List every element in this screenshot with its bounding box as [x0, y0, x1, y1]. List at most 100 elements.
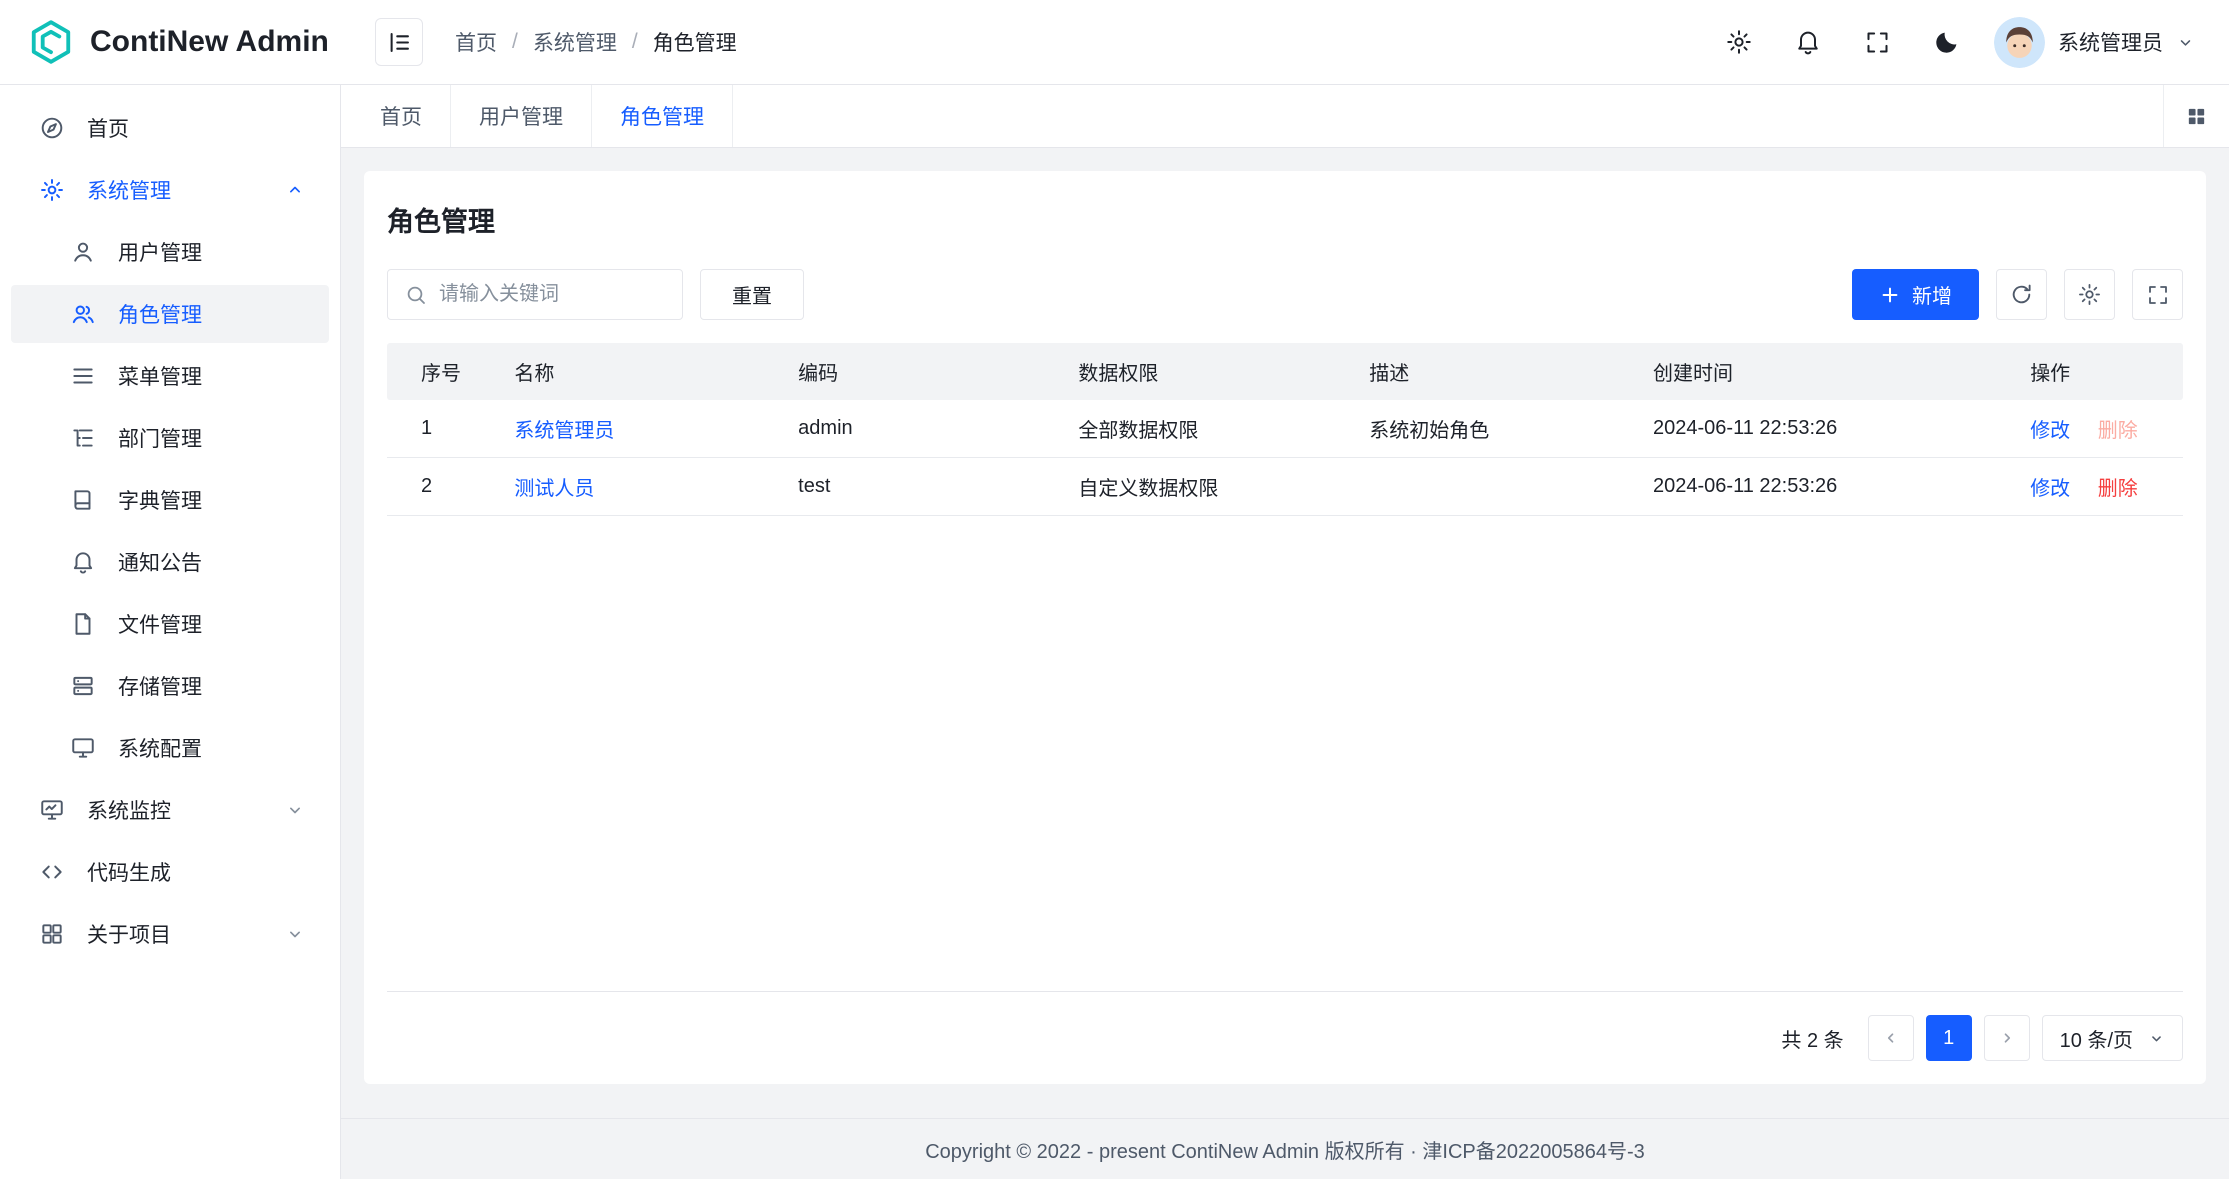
chevron-down-icon [2176, 33, 2195, 52]
table-empty-area [387, 516, 2183, 992]
bell-icon [1794, 28, 1822, 56]
bell-icon [70, 549, 96, 575]
breadcrumb-item-system[interactable]: 系统管理 [533, 27, 617, 57]
logo-area[interactable]: ContiNew Admin [0, 0, 341, 84]
users-icon [70, 301, 96, 327]
settings-icon [1725, 28, 1753, 56]
sidebar-item-label: 用户管理 [118, 237, 202, 267]
tab-role-management[interactable]: 角色管理 [592, 85, 733, 147]
sidebar-item-system-management[interactable]: 系统管理 [11, 161, 329, 219]
pagination: 共 2 条 1 10 条/页 [387, 1015, 2183, 1061]
table-fullscreen-button[interactable] [2132, 269, 2183, 320]
breadcrumb-item-home[interactable]: 首页 [455, 27, 497, 57]
sidebar-item-label: 系统监控 [87, 795, 171, 825]
tab-actions-button[interactable] [2163, 85, 2229, 147]
reset-button[interactable]: 重置 [700, 269, 804, 320]
next-page-button[interactable] [1984, 1015, 2030, 1061]
sidebar-item-system-monitor[interactable]: 系统监控 [11, 781, 329, 839]
sidebar-item-file-management[interactable]: 文件管理 [11, 595, 329, 653]
delete-link[interactable]: 删除 [2098, 478, 2138, 500]
sidebar-item-department-management[interactable]: 部门管理 [11, 409, 329, 467]
tab-home[interactable]: 首页 [352, 85, 451, 147]
role-management-card: 角色管理 重置 [364, 171, 2206, 1084]
role-name-link[interactable]: 系统管理员 [514, 420, 614, 442]
sidebar-item-menu-management[interactable]: 菜单管理 [11, 347, 329, 405]
cell-description: 系统初始角色 [1335, 414, 1619, 443]
sidebar-item-user-management[interactable]: 用户管理 [11, 223, 329, 281]
fullscreen-button[interactable] [1856, 21, 1898, 63]
notifications-button[interactable] [1787, 21, 1829, 63]
sidebar-item-label: 存储管理 [118, 671, 202, 701]
refresh-button[interactable] [1996, 269, 2047, 320]
table-header-row: 序号 名称 编码 数据权限 描述 创建时间 操作 [387, 343, 2183, 400]
table-row: 1 系统管理员 admin 全部数据权限 系统初始角色 2024-06-11 2… [387, 400, 2183, 458]
file-icon [70, 611, 96, 637]
sidebar-item-notice-management[interactable]: 通知公告 [11, 533, 329, 591]
dark-mode-button[interactable] [1925, 21, 1967, 63]
cell-actions: 修改 删除 [1996, 414, 2183, 443]
column-settings-button[interactable] [2064, 269, 2115, 320]
add-button-label: 新增 [1912, 280, 1952, 309]
column-header: 操作 [1996, 357, 2183, 386]
sidebar-item-home[interactable]: 首页 [11, 99, 329, 157]
sidebar-item-label: 角色管理 [118, 299, 202, 329]
grid-icon [2185, 105, 2208, 128]
column-header: 编码 [764, 357, 1044, 386]
chevron-down-icon [2148, 1030, 2165, 1047]
chevron-down-icon [285, 800, 305, 820]
chevron-up-icon [285, 180, 305, 200]
app-title: ContiNew Admin [90, 25, 329, 59]
sidebar-item-label: 首页 [87, 113, 129, 143]
search-icon [404, 283, 428, 307]
dashboard-icon [39, 115, 65, 141]
table-row: 2 测试人员 test 自定义数据权限 2024-06-11 22:53:26 … [387, 458, 2183, 516]
user-name: 系统管理员 [2058, 27, 2163, 57]
user-icon [70, 239, 96, 265]
total-count: 共 2 条 [1781, 1024, 1843, 1053]
chevron-down-icon [285, 924, 305, 944]
sidebar-collapse-button[interactable] [375, 18, 423, 66]
cell-code: test [764, 475, 1044, 498]
top-bar: ContiNew Admin 首页 / 系统管理 / 角色管理 [0, 0, 2229, 85]
sidebar-item-label: 通知公告 [118, 547, 202, 577]
sidebar-item-label: 系统配置 [118, 733, 202, 763]
page-size-value: 10 条/页 [2060, 1024, 2133, 1053]
refresh-icon [2009, 282, 2034, 307]
edit-link[interactable]: 修改 [2030, 420, 2070, 442]
cell-data-scope: 全部数据权限 [1044, 414, 1335, 443]
sidebar-item-label: 字典管理 [118, 485, 202, 515]
sidebar-item-dictionary-management[interactable]: 字典管理 [11, 471, 329, 529]
add-button[interactable]: 新增 [1852, 269, 1979, 320]
prev-page-button[interactable] [1868, 1015, 1914, 1061]
sidebar-item-label: 关于项目 [87, 919, 171, 949]
app-root: ContiNew Admin 首页 / 系统管理 / 角色管理 [0, 0, 2229, 1179]
cell-actions: 修改 删除 [1996, 472, 2183, 501]
sidebar-item-label: 部门管理 [118, 423, 202, 453]
tab-user-management[interactable]: 用户管理 [451, 85, 592, 147]
sidebar-item-label: 菜单管理 [118, 361, 202, 391]
user-menu[interactable]: 系统管理员 [1994, 17, 2195, 68]
monitor-icon [39, 797, 65, 823]
copyright-footer: Copyright © 2022 - present ContiNew Admi… [341, 1118, 2229, 1179]
sidebar-item-about-project[interactable]: 关于项目 [11, 905, 329, 963]
sidebar: 首页 系统管理 用户管理 角色管理 菜单管理 部门管理 [0, 85, 341, 1179]
sidebar-item-system-config[interactable]: 系统配置 [11, 719, 329, 777]
column-header: 描述 [1335, 357, 1619, 386]
search-input[interactable] [439, 283, 666, 306]
page-size-select[interactable]: 10 条/页 [2042, 1015, 2183, 1061]
sidebar-item-code-generation[interactable]: 代码生成 [11, 843, 329, 901]
column-header: 名称 [480, 357, 764, 386]
fullscreen-icon [2146, 283, 2170, 307]
sidebar-item-storage-management[interactable]: 存储管理 [11, 657, 329, 715]
chevron-left-icon [1882, 1029, 1900, 1047]
page-1-button[interactable]: 1 [1926, 1015, 1972, 1061]
delete-link[interactable]: 删除 [2098, 420, 2138, 442]
search-box [387, 269, 683, 320]
column-header: 序号 [387, 357, 480, 386]
edit-link[interactable]: 修改 [2030, 478, 2070, 500]
cell-created-at: 2024-06-11 22:53:26 [1619, 417, 1996, 440]
sidebar-item-role-management[interactable]: 角色管理 [11, 285, 329, 343]
role-name-link[interactable]: 测试人员 [514, 478, 594, 500]
menu-icon [70, 363, 96, 389]
settings-button[interactable] [1718, 21, 1760, 63]
